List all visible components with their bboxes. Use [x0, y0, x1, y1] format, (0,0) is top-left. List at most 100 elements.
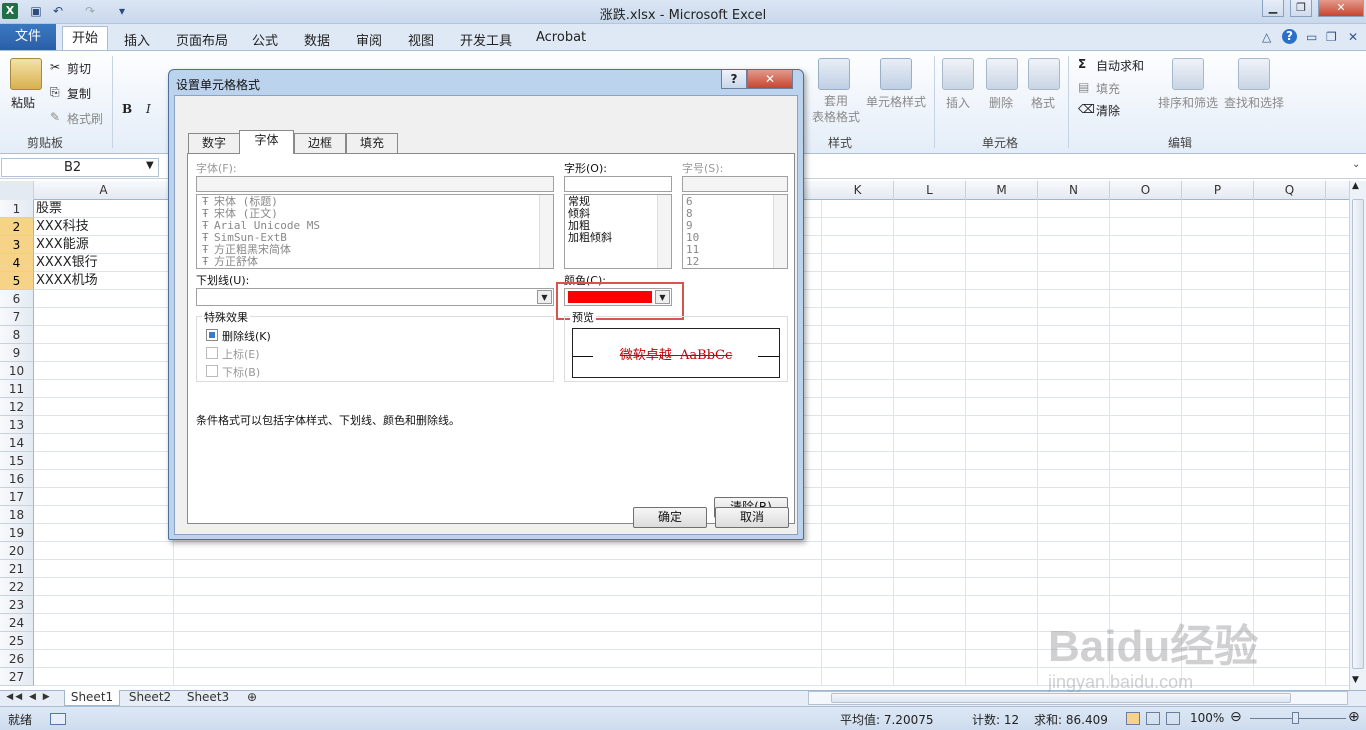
maximize-button[interactable]: ❐: [1290, 0, 1312, 17]
ok-button[interactable]: 确定: [633, 507, 707, 528]
scroll-up-icon[interactable]: ▲: [1352, 181, 1359, 191]
size-item[interactable]: 12: [686, 256, 699, 268]
vertical-scrollbar[interactable]: ▲ ▼: [1349, 181, 1366, 690]
row-header[interactable]: 3: [0, 236, 34, 254]
row-header[interactable]: 6: [0, 290, 34, 308]
sort-filter-icon[interactable]: [1172, 58, 1204, 90]
column-header-k[interactable]: K: [822, 181, 894, 200]
row-header[interactable]: 22: [0, 578, 34, 596]
bold-button[interactable]: B: [122, 102, 132, 116]
tab-insert[interactable]: 插入: [124, 30, 150, 49]
row-header[interactable]: 16: [0, 470, 34, 488]
cell-a5[interactable]: XXXX机场: [36, 272, 98, 290]
row-header[interactable]: 9: [0, 344, 34, 362]
row-header[interactable]: 12: [0, 398, 34, 416]
row-header[interactable]: 10: [0, 362, 34, 380]
name-box[interactable]: B2: [1, 158, 159, 177]
insert-cells-icon[interactable]: [942, 58, 974, 90]
size-list-scrollbar[interactable]: [773, 195, 787, 268]
zoom-slider-thumb[interactable]: [1292, 712, 1299, 724]
row-header[interactable]: 7: [0, 308, 34, 326]
row-header[interactable]: 26: [0, 650, 34, 668]
sheet-tab-1[interactable]: Sheet1: [64, 690, 120, 706]
underline-dropdown-icon[interactable]: ▼: [537, 290, 552, 304]
format-painter-button[interactable]: 格式刷: [67, 110, 103, 127]
tab-fill[interactable]: 填充: [346, 133, 398, 153]
column-header-l[interactable]: L: [894, 181, 966, 200]
row-header[interactable]: 21: [0, 560, 34, 578]
paste-button[interactable]: 粘贴: [11, 94, 35, 111]
row-header[interactable]: 17: [0, 488, 34, 506]
copy-icon[interactable]: ⎘: [50, 85, 60, 100]
page-layout-view-icon[interactable]: [1146, 712, 1160, 725]
underline-select[interactable]: ▼: [196, 288, 554, 306]
tab-home[interactable]: 开始: [62, 26, 108, 51]
cell-styles-icon[interactable]: [880, 58, 912, 90]
cut-button[interactable]: 剪切: [67, 60, 91, 77]
help-icon[interactable]: ?: [1282, 29, 1297, 44]
clear-icon[interactable]: ⌫: [1078, 102, 1095, 116]
horizontal-scroll-thumb[interactable]: [831, 693, 1291, 703]
tab-font[interactable]: 字体: [239, 130, 294, 154]
fill-icon[interactable]: ▤: [1078, 80, 1089, 94]
row-header[interactable]: 18: [0, 506, 34, 524]
delete-cells-button[interactable]: 删除: [989, 94, 1013, 111]
subscript-checkbox[interactable]: [206, 365, 218, 377]
copy-button[interactable]: 复制: [67, 85, 91, 102]
format-cells-button[interactable]: 格式: [1031, 94, 1055, 111]
insert-cells-button[interactable]: 插入: [946, 94, 970, 111]
cut-icon[interactable]: ✂: [50, 60, 60, 74]
row-header[interactable]: 20: [0, 542, 34, 560]
row-header[interactable]: 2: [0, 218, 34, 236]
page-break-view-icon[interactable]: [1166, 712, 1180, 725]
insert-sheet-icon[interactable]: ⊕: [240, 690, 264, 706]
tab-review[interactable]: 审阅: [356, 30, 382, 49]
row-header[interactable]: 4: [0, 254, 34, 272]
macro-record-icon[interactable]: [50, 713, 66, 725]
column-header-o[interactable]: O: [1110, 181, 1182, 200]
column-header-n[interactable]: N: [1038, 181, 1110, 200]
name-box-dropdown-icon[interactable]: ▼: [146, 160, 154, 171]
font-item-6[interactable]: 方正舒体: [214, 256, 258, 268]
select-all-corner[interactable]: [0, 181, 34, 200]
dialog-help-button[interactable]: ?: [721, 70, 747, 89]
sort-filter-button[interactable]: 排序和筛选: [1158, 94, 1218, 111]
row-header[interactable]: 13: [0, 416, 34, 434]
row-header[interactable]: 15: [0, 452, 34, 470]
row-header[interactable]: 27: [0, 668, 34, 686]
superscript-checkbox[interactable]: [206, 347, 218, 359]
cell-a1[interactable]: 股票: [36, 200, 62, 218]
format-painter-icon[interactable]: ✎: [50, 110, 60, 124]
doc-minimize-icon[interactable]: ▭: [1306, 30, 1317, 44]
horizontal-scrollbar[interactable]: [808, 691, 1348, 705]
zoom-out-icon[interactable]: ⊖: [1230, 709, 1242, 725]
doc-restore-icon[interactable]: ❐: [1326, 30, 1337, 44]
row-header[interactable]: 11: [0, 380, 34, 398]
cancel-button[interactable]: 取消: [715, 507, 789, 528]
row-header[interactable]: 24: [0, 614, 34, 632]
cell-a2[interactable]: XXX科技: [36, 218, 89, 236]
tab-acrobat[interactable]: Acrobat: [536, 30, 586, 45]
find-select-button[interactable]: 查找和选择: [1224, 94, 1284, 111]
tab-border[interactable]: 边框: [294, 133, 346, 153]
scroll-down-icon[interactable]: ▼: [1352, 675, 1359, 685]
doc-close-icon[interactable]: ✕: [1348, 30, 1358, 44]
paste-icon[interactable]: [10, 58, 42, 90]
minimize-button[interactable]: ▁: [1262, 0, 1284, 17]
sheet-nav-arrows[interactable]: ◀◀ ◀ ▶ ▶▶: [4, 690, 54, 717]
format-cells-icon[interactable]: [1028, 58, 1060, 90]
tab-number[interactable]: 数字: [188, 133, 240, 153]
row-header[interactable]: 5: [0, 272, 34, 290]
ribbon-collapse-icon[interactable]: △: [1262, 30, 1271, 44]
style-input[interactable]: [564, 176, 672, 192]
strikethrough-checkbox[interactable]: [206, 329, 218, 341]
size-input[interactable]: [682, 176, 788, 192]
table-format-icon[interactable]: [818, 58, 850, 90]
normal-view-icon[interactable]: [1126, 712, 1140, 725]
row-header[interactable]: 19: [0, 524, 34, 542]
tab-data[interactable]: 数据: [304, 30, 330, 49]
style-list-scrollbar[interactable]: [657, 195, 671, 268]
close-button[interactable]: ✕: [1318, 0, 1364, 17]
style-item-bold-italic[interactable]: 加粗倾斜: [568, 232, 612, 244]
zoom-in-icon[interactable]: ⊕: [1348, 709, 1360, 725]
